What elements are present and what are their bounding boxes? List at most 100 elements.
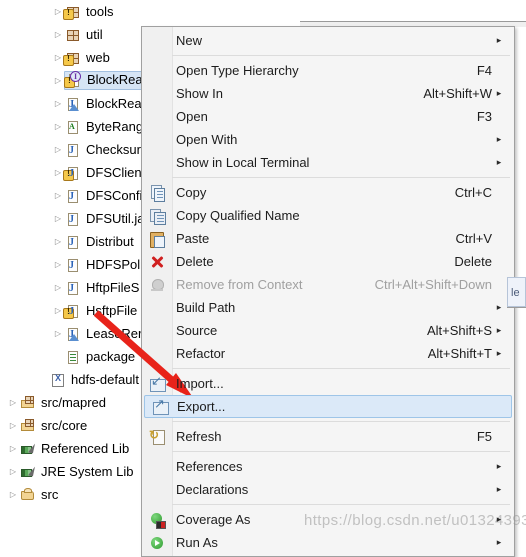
menu-item-label: New — [176, 33, 203, 48]
menu-item-label: Export... — [177, 399, 226, 414]
menu-item-accelerator: Alt+Shift+W — [423, 86, 492, 101]
tree-item[interactable]: ▷tools — [0, 0, 300, 23]
java-class-icon — [65, 188, 81, 204]
warning-badge-icon — [63, 169, 74, 181]
tree-item-label: LeaseRer — [86, 325, 143, 341]
java-class-icon — [65, 326, 81, 342]
tree-expand-toggle[interactable]: ▷ — [6, 444, 20, 453]
tree-item-label: BlockRea — [87, 72, 143, 87]
tree-expand-toggle[interactable]: ▷ — [51, 145, 65, 154]
menu-item[interactable]: Export...▸ — [144, 395, 512, 418]
submenu-chevron-icon: ▸ — [496, 325, 502, 335]
tree-expand-toggle[interactable]: ▷ — [51, 260, 65, 269]
source-folder-icon — [20, 487, 36, 503]
tree-item-label: HDFSPoli — [86, 256, 144, 272]
menu-item[interactable]: RefreshF5▸ — [142, 425, 514, 448]
menu-item[interactable]: CopyCtrl+C▸ — [142, 181, 514, 204]
menu-item[interactable]: Import...▸ — [142, 372, 514, 395]
menu-item[interactable]: Open With ▸ — [142, 128, 514, 151]
submenu-chevron-icon: ▸ — [496, 134, 502, 144]
java-class-icon — [65, 96, 81, 112]
menu-item-accelerator: F5 — [476, 429, 492, 444]
warning-badge-icon — [63, 307, 74, 319]
tree-item-label: HftpFileS — [86, 279, 140, 295]
menu-separator — [172, 504, 510, 505]
menu-item-label: Refresh — [176, 429, 222, 444]
java-class-icon — [63, 165, 81, 181]
tree-expand-toggle[interactable]: ▷ — [51, 214, 65, 223]
tree-item-label: ByteRang — [86, 118, 144, 134]
menu-item-label: Remove from Context — [176, 277, 303, 292]
run-as-icon — [149, 535, 165, 551]
java-class-icon — [63, 303, 81, 319]
menu-separator — [172, 177, 510, 178]
menu-item[interactable]: Copy Qualified Name▸ — [142, 204, 514, 227]
tree-item-label: src/core — [41, 417, 88, 433]
menu-item[interactable]: Open Type HierarchyF4▸ — [142, 59, 514, 82]
menu-item[interactable]: New ▸ — [142, 29, 514, 52]
menu-item[interactable]: Show In Alt+Shift+W ▸ — [142, 82, 514, 105]
tree-item-label: src/mapred — [41, 394, 107, 410]
menu-item[interactable]: Run As ▸ — [142, 531, 514, 554]
tree-expand-toggle[interactable]: ▷ — [51, 76, 65, 85]
tree-expand-toggle[interactable]: ▷ — [51, 353, 65, 361]
tree-expand-toggle[interactable]: ▷ — [6, 398, 20, 407]
java-class-icon — [65, 257, 81, 273]
menu-item[interactable]: OpenF3▸ — [142, 105, 514, 128]
tree-expand-toggle[interactable]: ▷ — [51, 99, 65, 108]
import-icon — [149, 373, 166, 392]
tree-item-label: util — [86, 26, 103, 42]
menu-item[interactable]: Show in Local Terminal ▸ — [142, 151, 514, 174]
menu-item-icon-slot — [142, 373, 172, 393]
menu-item-icon-slot — [142, 85, 172, 103]
tree-item-label: DFSUtil.ja — [86, 210, 145, 226]
menu-item-label: Import... — [176, 376, 224, 391]
menu-separator — [172, 368, 510, 369]
tree-item-label: DFSConfi — [86, 187, 143, 203]
tree-expand-toggle[interactable]: ▷ — [51, 122, 65, 131]
tree-expand-toggle[interactable]: ▷ — [51, 191, 65, 200]
menu-item-icon-slot — [142, 230, 172, 248]
submenu-chevron-icon: ▸ — [496, 35, 502, 45]
menu-item-accelerator: F3 — [476, 109, 492, 124]
menu-item-label: Show in Local Terminal — [176, 155, 310, 170]
menu-item-label: Delete — [176, 254, 214, 269]
paste-icon — [149, 231, 165, 248]
tree-item-label: JRE System Lib — [41, 463, 134, 479]
menu-item[interactable]: Source Alt+Shift+S ▸ — [142, 319, 514, 342]
submenu-chevron-icon: ▸ — [496, 88, 502, 98]
menu-item[interactable]: Build Path ▸ — [142, 296, 514, 319]
menu-item-accelerator: Ctrl+V — [455, 231, 492, 246]
tree-expand-toggle[interactable]: ▷ — [6, 421, 20, 430]
menu-item-label: Paste — [176, 231, 210, 246]
menu-item[interactable]: References ▸ — [142, 455, 514, 478]
tree-expand-toggle[interactable]: ▷ — [6, 490, 20, 499]
tree-expand-toggle[interactable]: ▷ — [51, 283, 65, 292]
context-menu[interactable]: New ▸ Open Type Hierarchy F4 ▸ Show In Alt+Shi… — [141, 26, 515, 557]
tree-item-label: tools — [86, 3, 114, 19]
menu-item[interactable]: PasteCtrl+V▸ — [142, 227, 514, 250]
tree-expand-toggle[interactable]: ▷ — [51, 329, 65, 338]
menu-item[interactable]: Declarations ▸ — [142, 478, 514, 501]
menu-item-label: Open Type Hierarchy — [176, 63, 299, 78]
tree-expand-toggle[interactable]: ▷ — [51, 237, 65, 246]
tree-expand-toggle[interactable]: ▷ — [51, 30, 65, 39]
library-icon — [20, 441, 36, 457]
menu-item-icon-slot — [145, 396, 173, 416]
submenu-chevron-icon: ▸ — [496, 302, 502, 312]
submenu-chevron-icon: ▸ — [496, 348, 502, 358]
menu-item-icon-slot — [142, 428, 172, 446]
menu-item-accelerator: Alt+Shift+S — [426, 323, 492, 338]
menu-item[interactable]: DeleteDelete▸ — [142, 250, 514, 273]
submenu-chevron-icon: ▸ — [496, 514, 502, 524]
tree-item-label: Distribut — [86, 233, 134, 249]
menu-item-accelerator: Alt+Shift+T — [427, 346, 492, 361]
copy-icon — [149, 184, 165, 202]
menu-item[interactable]: Coverage As ▸ — [142, 508, 514, 531]
tree-item-label: DFSClien — [86, 164, 142, 180]
menu-item[interactable]: Refactor Alt+Shift+T ▸ — [142, 342, 514, 365]
menu-item: Remove from ContextCtrl+Alt+Shift+Down▸ — [142, 273, 514, 296]
tree-expand-toggle[interactable]: ▷ — [36, 376, 50, 384]
tree-expand-toggle[interactable]: ▷ — [6, 467, 20, 476]
menu-item-icon-slot — [142, 322, 172, 340]
